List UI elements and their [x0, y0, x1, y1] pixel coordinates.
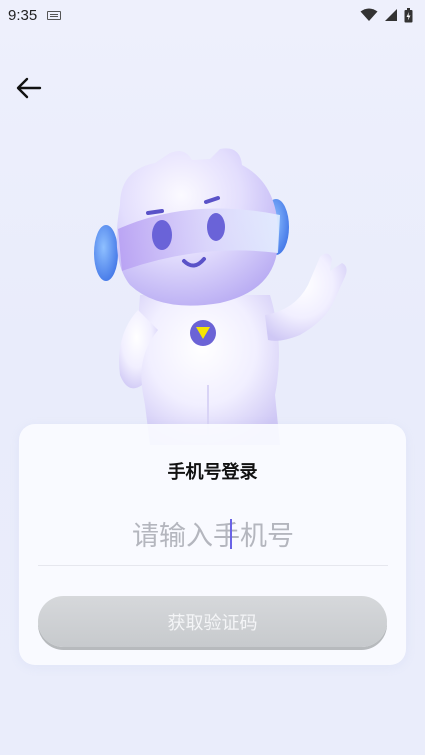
status-bar: 9:35 [0, 0, 425, 30]
get-code-button[interactable]: 获取验证码 [38, 596, 387, 647]
status-time: 9:35 [8, 6, 38, 24]
keyboard-icon [47, 10, 62, 20]
battery-icon [404, 7, 413, 23]
text-caret [230, 519, 232, 549]
mascot-illustration [94, 148, 347, 445]
login-card: 手机号登录 获取验证码 [19, 424, 406, 665]
phone-input[interactable] [38, 508, 388, 565]
signal-icon [384, 8, 398, 22]
arrow-left-icon [16, 77, 42, 99]
back-button[interactable] [12, 72, 46, 104]
phone-input-container [38, 508, 388, 566]
wifi-icon [360, 8, 378, 22]
login-title: 手机号登录 [167, 462, 258, 483]
